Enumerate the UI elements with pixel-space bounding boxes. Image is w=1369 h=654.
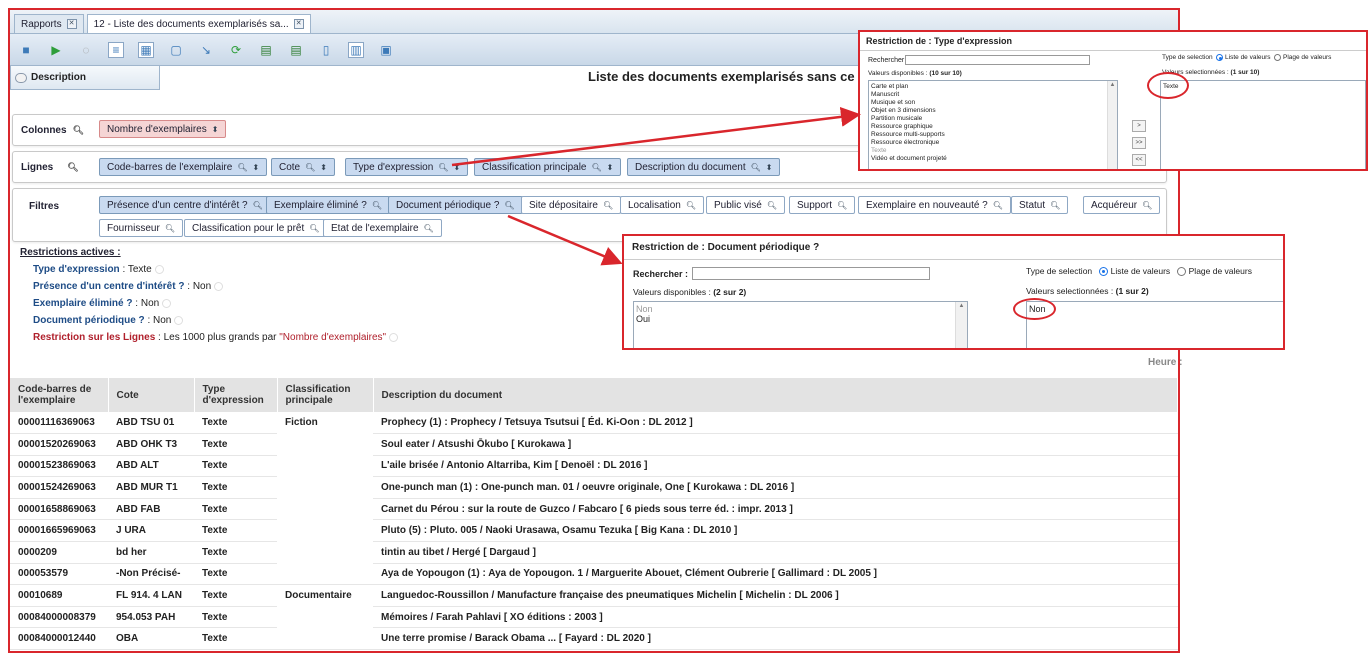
arrow-to-document-periodique — [507, 214, 623, 266]
annotation-arrows — [451, 106, 861, 266]
arrow-to-type-expression — [451, 106, 861, 167]
